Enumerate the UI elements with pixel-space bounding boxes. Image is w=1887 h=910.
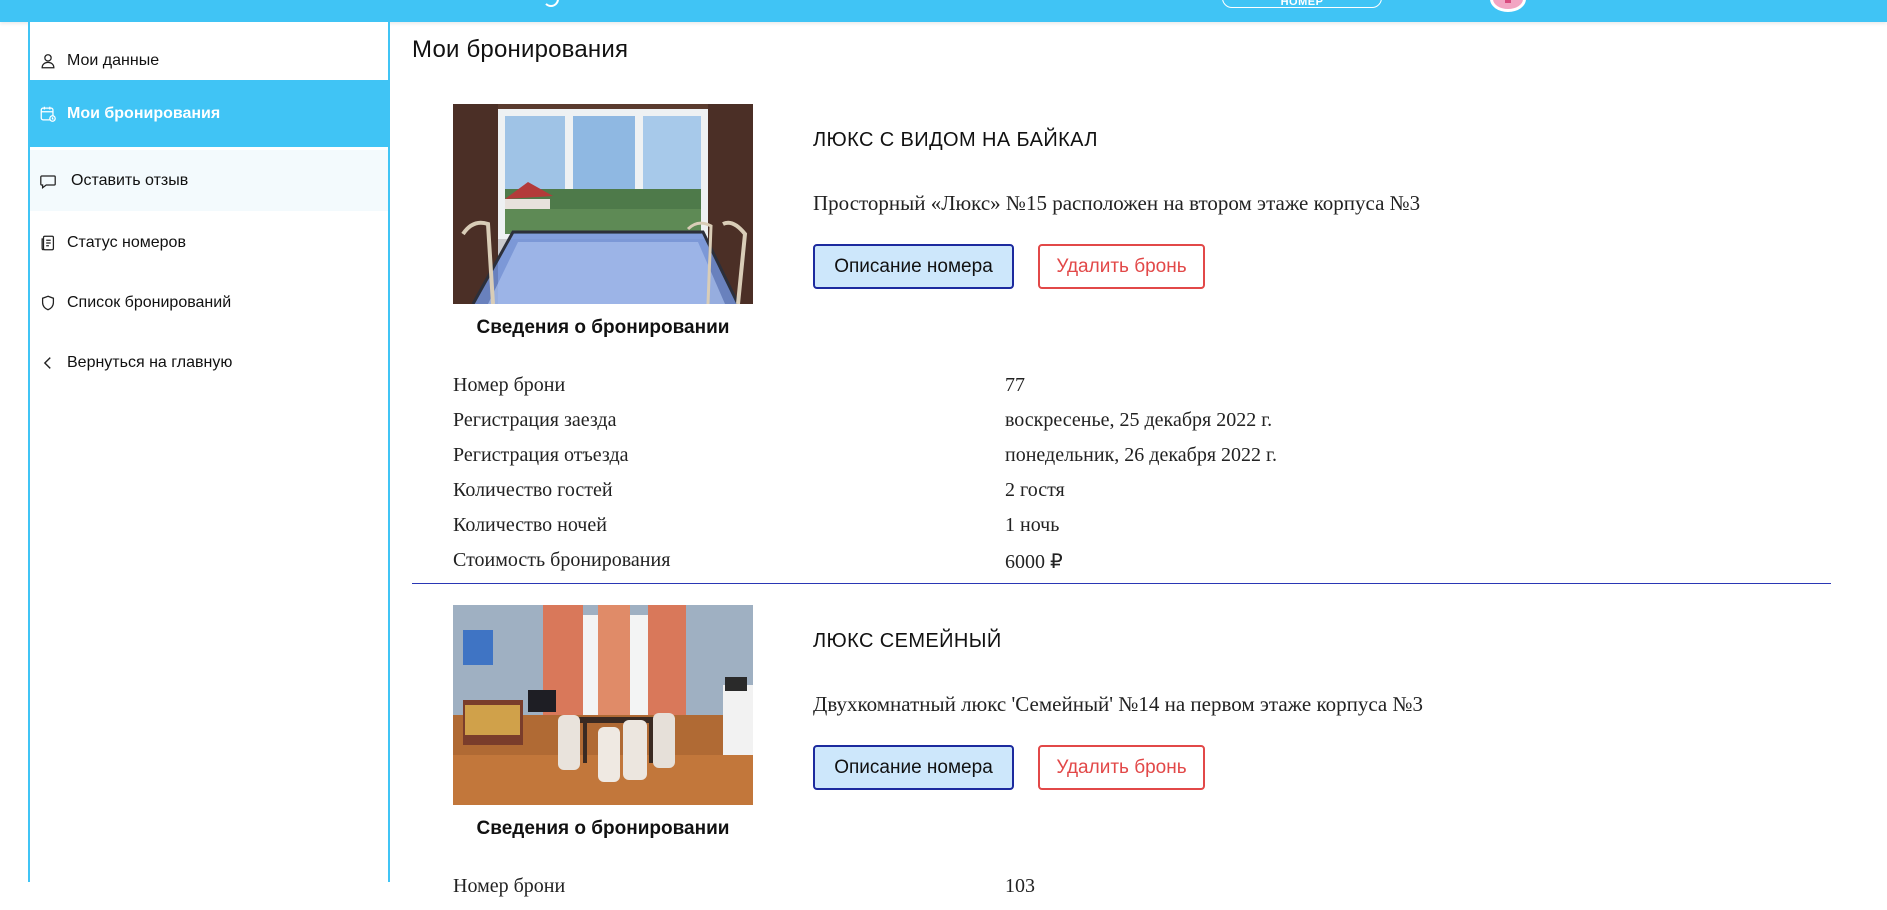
booking-info-row: Количество ночей 1 ночь	[453, 514, 1553, 549]
sidebar-item-label: Статус номеров	[67, 233, 186, 251]
sidebar-item-label: Мои данные	[67, 51, 160, 69]
info-label: Количество ночей	[453, 514, 607, 536]
book-room-button[interactable]: НОМЕР	[1222, 0, 1382, 8]
document-icon	[38, 233, 58, 253]
sidebar-item-leave-review[interactable]: Оставить отзыв	[30, 150, 388, 211]
delete-booking-button[interactable]: Удалить бронь	[1038, 244, 1205, 289]
top-navigation-bar: НОМЕР	[0, 0, 1887, 22]
booking-info-row: Номер брони 103	[453, 875, 1553, 910]
room-description: Двухкомнатный люкс 'Семейный' №14 на пер…	[813, 692, 1424, 716]
room-name: ЛЮКС СЕМЕЙНЫЙ	[813, 630, 1002, 652]
booking-card: ЛЮКС С ВИДОМ НА БАЙКАЛ Просторный «Люкс»…	[412, 104, 1832, 584]
booking-info-title: Сведения о бронировании	[476, 317, 730, 338]
chat-icon	[38, 171, 58, 191]
main-content: Мои бронирования ЛЮКС С ВИДОМ НА БАЙКАЛ …	[412, 22, 1872, 897]
booking-divider	[412, 583, 1831, 584]
sidebar-item-back-home[interactable]: Вернуться на главную	[30, 332, 388, 393]
info-value: воскресенье, 25 декабря 2022 г.	[1005, 409, 1273, 431]
room-photo	[453, 104, 753, 304]
info-label: Регистрация отъезда	[453, 444, 629, 466]
info-value: 1 ночь	[1005, 514, 1060, 536]
info-label: Количество гостей	[453, 479, 613, 501]
logo-icon	[543, 0, 559, 7]
sidebar-item-label: Вернуться на главную	[67, 353, 233, 371]
sidebar-item-label: Список бронирований	[67, 293, 232, 311]
avatar[interactable]	[1490, 0, 1526, 12]
sidebar-item-booking-list[interactable]: Список бронирований	[30, 272, 388, 333]
sidebar: Мои данные Мои бронирования Оставить отз…	[28, 22, 390, 882]
info-label: Номер брони	[453, 374, 566, 396]
page-title: Мои бронирования	[412, 36, 629, 63]
info-label: Стоимость бронирования	[453, 549, 671, 571]
sidebar-item-my-bookings[interactable]: Мои бронирования	[30, 80, 388, 147]
user-icon	[38, 51, 58, 71]
booking-info-row: Стоимость бронирования 6000 ₽	[453, 549, 1553, 584]
delete-booking-button[interactable]: Удалить бронь	[1038, 745, 1205, 790]
room-description: Просторный «Люкс» №15 расположен на втор…	[813, 191, 1421, 215]
booking-card: ЛЮКС СЕМЕЙНЫЙ Двухкомнатный люкс 'Семейн…	[412, 605, 1832, 897]
booking-info-row: Регистрация отъезда понедельник, 26 дека…	[453, 444, 1553, 479]
shield-icon	[38, 293, 58, 313]
booking-info-title: Сведения о бронировании	[476, 818, 730, 839]
info-value: 77	[1005, 374, 1025, 396]
info-value: 2 гостя	[1005, 479, 1065, 501]
sidebar-item-label: Мои бронирования	[67, 104, 221, 122]
room-description-button[interactable]: Описание номера	[813, 244, 1014, 289]
info-value: понедельник, 26 декабря 2022 г.	[1005, 444, 1277, 466]
sidebar-item-room-status[interactable]: Статус номеров	[30, 212, 388, 273]
info-label: Номер брони	[453, 875, 566, 897]
room-photo	[453, 605, 753, 805]
chevron-left-icon	[38, 353, 58, 373]
info-label: Регистрация заезда	[453, 409, 617, 431]
room-description-button[interactable]: Описание номера	[813, 745, 1014, 790]
info-value: 103	[1005, 875, 1035, 897]
calendar-icon	[38, 104, 58, 124]
sidebar-item-label: Оставить отзыв	[71, 171, 189, 189]
info-value: 6000 ₽	[1005, 551, 1063, 573]
booking-info-row: Номер брони 77	[453, 374, 1553, 409]
booking-info-row: Регистрация заезда воскресенье, 25 декаб…	[453, 409, 1553, 444]
booking-info-row: Количество гостей 2 гостя	[453, 479, 1553, 514]
room-name: ЛЮКС С ВИДОМ НА БАЙКАЛ	[813, 129, 1098, 151]
